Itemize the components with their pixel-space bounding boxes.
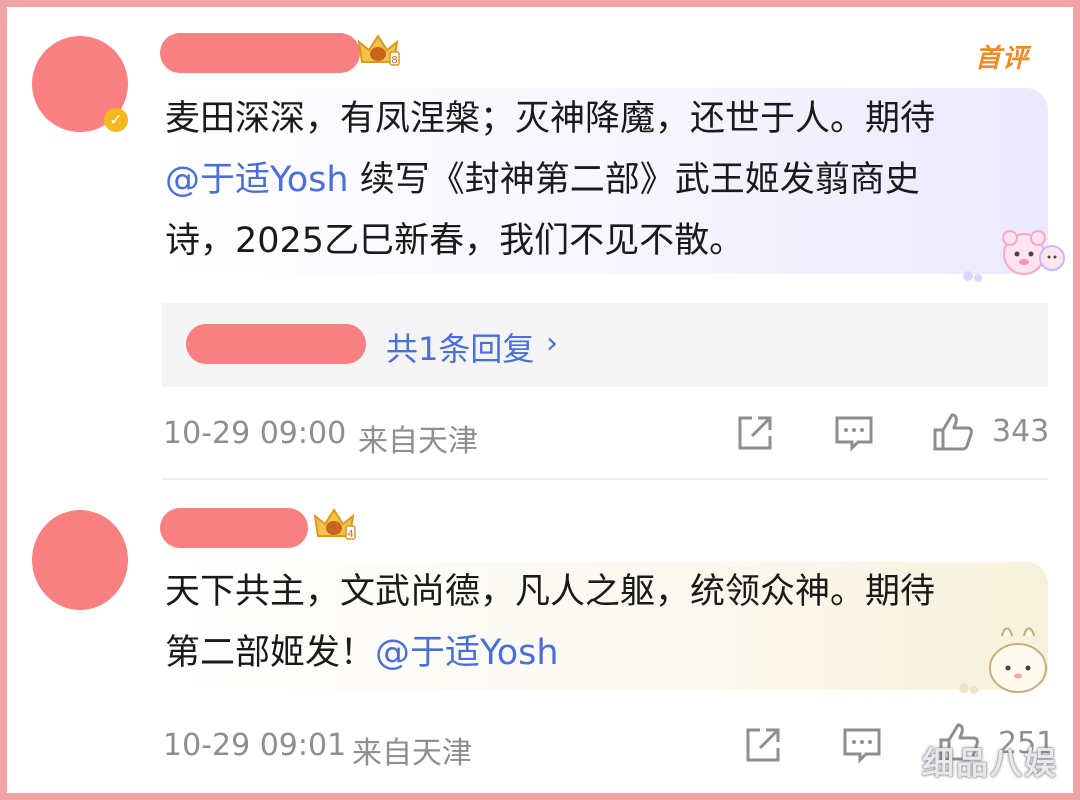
comment-icon[interactable] bbox=[834, 414, 874, 452]
mention-link[interactable]: @于适Yosh bbox=[375, 633, 559, 673]
chevron-right-icon[interactable]: › bbox=[546, 326, 558, 361]
crown-badge-icon: 8 bbox=[357, 34, 400, 66]
username-redacted[interactable] bbox=[160, 508, 308, 548]
crown-level: 8 bbox=[391, 55, 397, 66]
comment-line: 天下共主，文武尚德，凡人之躯，统领众神。期待 bbox=[165, 572, 936, 612]
mention-link[interactable]: @于适Yosh bbox=[165, 160, 349, 200]
comment-divider bbox=[162, 478, 1048, 480]
like-count: 343 bbox=[992, 414, 1050, 449]
avatar[interactable] bbox=[32, 510, 128, 610]
crown-badge-icon: 4 bbox=[313, 508, 356, 540]
like-icon[interactable] bbox=[932, 412, 974, 452]
comment-text: 天下共主，文武尚德，凡人之躯，统领众神。期待 第二部姬发！@于适Yosh bbox=[165, 562, 935, 684]
comment-timestamp: 10-29 09:01 bbox=[163, 728, 347, 763]
username-redacted[interactable] bbox=[160, 33, 360, 73]
comment-line: 麦田深深，有凤涅槃；灭神降魔，还世于人。期待 bbox=[165, 99, 936, 139]
reply-username-redacted bbox=[186, 324, 366, 364]
comment-location: 来自天津 bbox=[358, 424, 478, 459]
watermark: 细品八娱 bbox=[922, 744, 1059, 782]
comment-line: @于适Yosh 续写《封神第二部》武王姬发翦商史 bbox=[165, 160, 920, 200]
share-icon[interactable] bbox=[736, 414, 774, 452]
reply-count-link[interactable]: 共1条回复 bbox=[386, 324, 534, 370]
comment-line: 第二部姬发！@于适Yosh bbox=[165, 633, 559, 673]
first-comment-badge: 首评 bbox=[975, 44, 1030, 74]
comment-location: 来自天津 bbox=[352, 736, 472, 771]
comment-timestamp: 10-29 09:00 bbox=[163, 416, 347, 451]
verified-badge-icon: ✓ bbox=[104, 108, 128, 132]
comment-icon[interactable] bbox=[842, 726, 882, 764]
crown-level: 4 bbox=[347, 529, 353, 540]
bunny-sticker-icon bbox=[959, 627, 1047, 694]
bear-sticker-icon bbox=[963, 230, 1065, 282]
share-icon[interactable] bbox=[744, 726, 782, 764]
comment-text: 麦田深深，有凤涅槃；灭神降魔，还世于人。期待 @于适Yosh 续写《封神第二部》… bbox=[165, 89, 935, 272]
comment-line: 诗，2025乙巳新春，我们不见不散。 bbox=[165, 221, 745, 261]
